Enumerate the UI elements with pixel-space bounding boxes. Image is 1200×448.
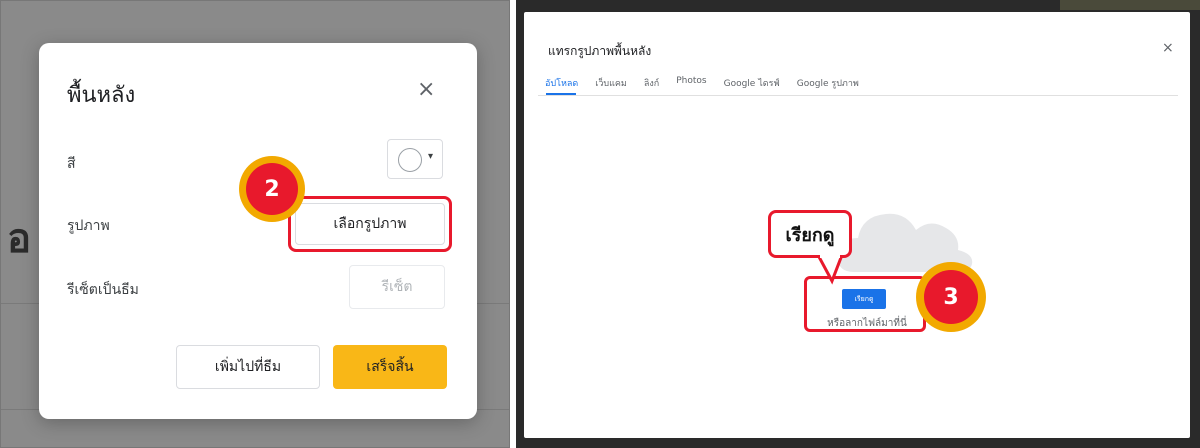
reset-theme-label: รีเซ็ตเป็นธีม bbox=[67, 282, 139, 298]
caret-down-icon: ▾ bbox=[428, 151, 434, 162]
picker-tabs: อัปโหลด เว็บแคม ลิงก์ Photos Google ไดรฟ… bbox=[538, 74, 869, 94]
right-panel: แทรกรูปภาพพื้นหลัง × อัปโหลด เว็บแคม ลิง… bbox=[516, 0, 1200, 448]
insert-background-picker: แทรกรูปภาพพื้นหลัง × อัปโหลด เว็บแคม ลิง… bbox=[524, 12, 1190, 438]
step-badge: 3 bbox=[916, 262, 986, 332]
dialog-title: พื้นหลัง bbox=[67, 83, 136, 108]
image-label: รูปภาพ bbox=[67, 218, 110, 234]
tabs-divider bbox=[538, 95, 1178, 96]
callout-tail-icon bbox=[816, 255, 844, 285]
color-picker-button[interactable]: ▾ bbox=[387, 139, 443, 179]
tab-photos[interactable]: Photos bbox=[669, 74, 713, 94]
close-icon[interactable]: × bbox=[417, 77, 435, 102]
reset-button[interactable]: รีเซ็ต bbox=[349, 265, 445, 309]
tutorial-screenshot: อ พื้นหลัง × สี ▾ รูปภาพ เลือกรูปภาพ รีเ… bbox=[0, 0, 1200, 448]
tab-google-drive[interactable]: Google ไดรฟ์ bbox=[717, 74, 787, 94]
highlight-frame bbox=[288, 196, 452, 252]
step-badge: 2 bbox=[239, 156, 305, 222]
background-strip bbox=[1060, 0, 1200, 10]
tab-webcam[interactable]: เว็บแคม bbox=[588, 74, 634, 94]
tab-google-photos[interactable]: Google รูปภาพ bbox=[790, 74, 866, 94]
add-to-theme-button[interactable]: เพิ่มไปที่ธีม bbox=[176, 345, 320, 389]
callout-bubble: เรียกดู bbox=[768, 210, 852, 258]
step-number: 2 bbox=[246, 163, 298, 215]
tab-link[interactable]: ลิงก์ bbox=[637, 74, 666, 94]
close-icon[interactable]: × bbox=[1162, 40, 1174, 56]
background-text: อ bbox=[7, 216, 32, 262]
background-dialog: พื้นหลัง × สี ▾ รูปภาพ เลือกรูปภาพ รีเซ็… bbox=[39, 43, 477, 419]
color-label: สี bbox=[67, 156, 76, 172]
color-swatch-icon bbox=[398, 148, 422, 172]
picker-title: แทรกรูปภาพพื้นหลัง bbox=[548, 44, 652, 58]
tab-upload[interactable]: อัปโหลด bbox=[538, 74, 585, 94]
done-button[interactable]: เสร็จสิ้น bbox=[333, 345, 447, 389]
step-number: 3 bbox=[924, 270, 978, 324]
left-panel: อ พื้นหลัง × สี ▾ รูปภาพ เลือกรูปภาพ รีเ… bbox=[0, 0, 510, 448]
